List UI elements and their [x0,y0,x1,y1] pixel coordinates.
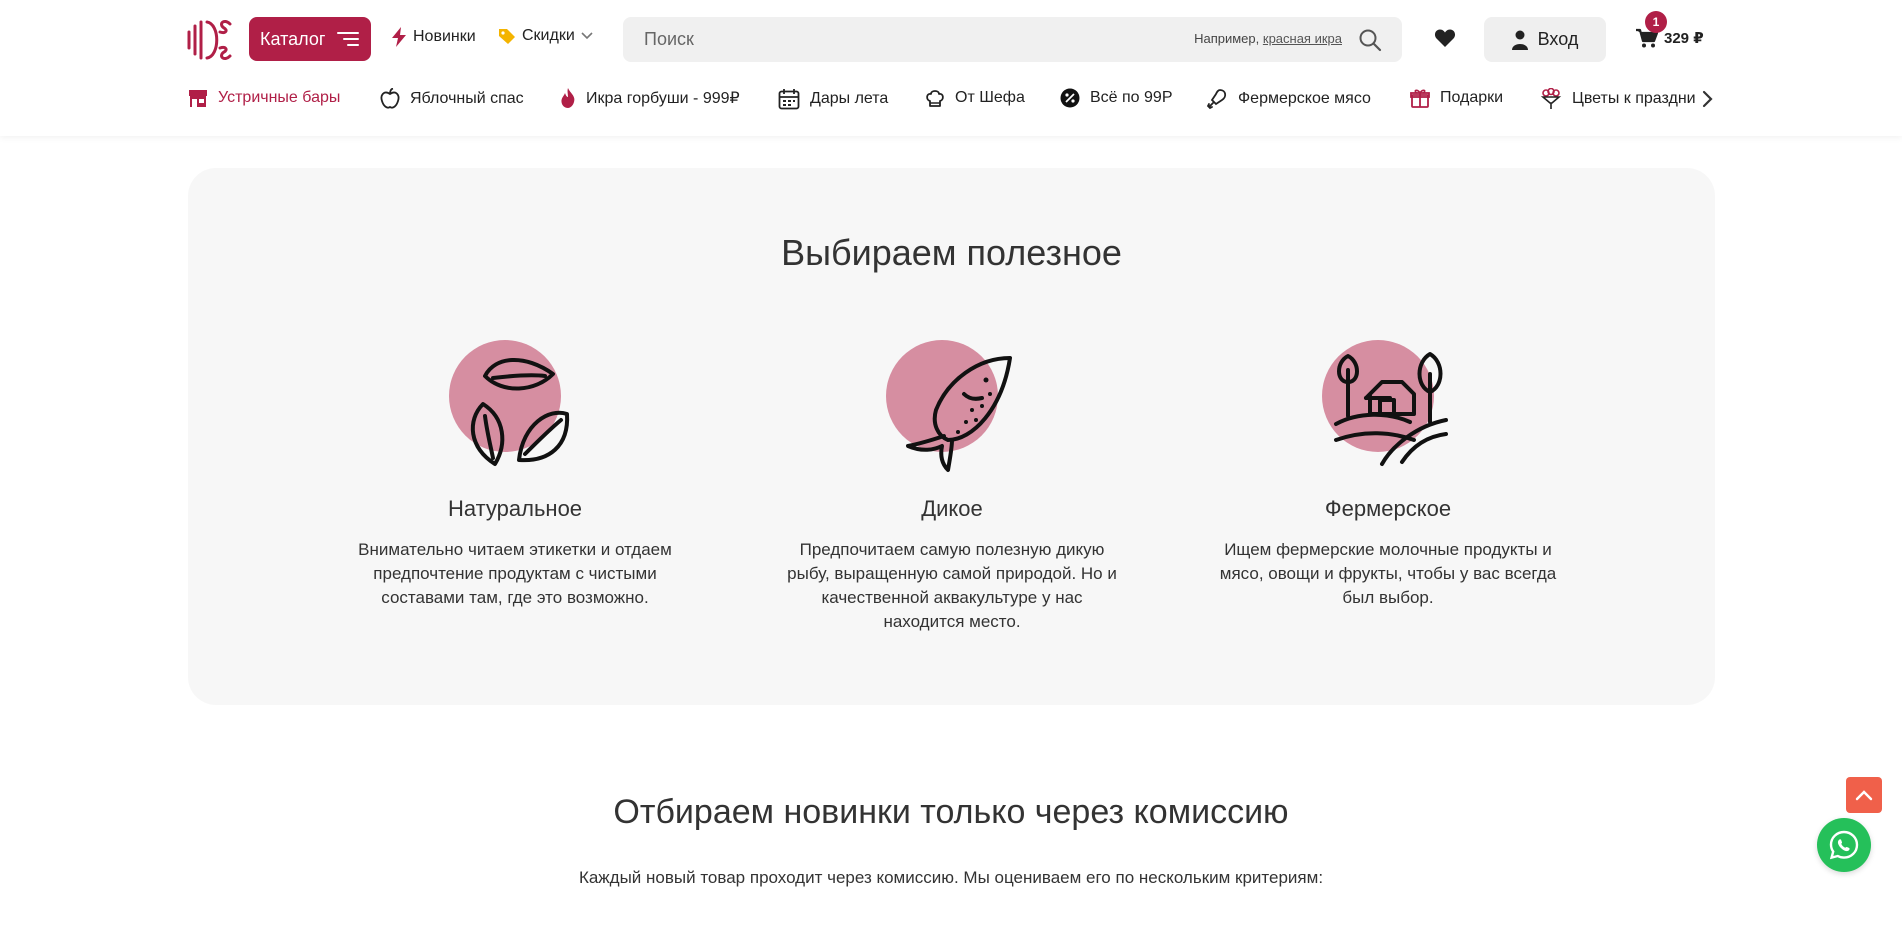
feature-farm: Фермерское Ищем фермерские молочные прод… [1208,336,1568,610]
search-hint: Например, красная икра [1194,31,1342,46]
chef-hat-icon [926,90,944,107]
category-item-apple-spas[interactable]: Яблочный спас [380,88,524,110]
cart-count-badge: 1 [1645,11,1667,33]
cart-button[interactable]: 329 ₽ [1636,28,1704,48]
benefits-title: Выбираем полезное [781,232,1122,273]
feature-natural-text: Внимательно читаем этикетки и отдаем пре… [358,540,672,607]
category-item-label: Цветы к праздни [1572,90,1696,107]
category-item-label: Подарки [1440,89,1504,106]
search-bar[interactable]: Например, красная икра [623,17,1402,62]
chevron-up-icon [1855,790,1873,801]
percent-badge-icon [1060,88,1080,108]
apple-icon [380,88,400,109]
benefits-card: Выбираем полезное Натуральное Внимательн… [188,168,1715,705]
category-item-label: Дары лета [810,90,889,107]
scroll-to-top-button[interactable] [1846,777,1882,813]
search-hint-prefix: Например, [1194,31,1260,46]
category-item-farm-meat[interactable]: Фермерское мясо [1206,88,1371,110]
feature-farm-text: Ищем фермерские молочные продукты и мясо… [1219,540,1557,607]
category-item-caviar[interactable]: Икра горбуши - 999₽ [560,88,740,108]
login-button[interactable]: Вход [1484,17,1606,62]
commission-title: Отбираем новинки только через комиссию [613,793,1289,831]
category-item-label: Всё по 99Р [1090,89,1173,106]
feature-natural-title: Натуральное [447,496,583,521]
leaves-icon [445,336,585,476]
fish-icon [882,336,1022,476]
site-header: Каталог Новинки Скидки Например, красная… [0,0,1902,136]
menu-burger-icon [337,32,359,46]
gift-icon [1410,89,1430,108]
feature-natural: Натуральное Внимательно читаем этикетки … [335,336,695,610]
lightning-icon [392,27,406,47]
category-item-label: Икра горбуши - 999₽ [586,90,740,107]
feature-farm-title: Фермерское [1324,496,1452,521]
category-item-all-99[interactable]: Всё по 99Р [1060,88,1173,108]
search-hint-example[interactable]: красная икра [1263,31,1342,46]
feature-wild: Дикое Предпочитаем самую полезную дикую … [772,336,1132,634]
bouquet-icon [1540,88,1562,109]
nav-link-discounts-label: Скидки [522,27,575,44]
category-item-chef[interactable]: От Шефа [925,88,1025,108]
cart-total: 329 ₽ [1664,30,1704,47]
chevron-down-icon [581,32,593,40]
calendar-icon [778,89,800,110]
whatsapp-button[interactable] [1817,818,1871,872]
nav-link-new-label: Новинки [413,28,476,45]
category-menu: Устричные бары Яблочный спас Икра горбуш… [188,84,1700,114]
category-item-label: Устричные бары [218,89,341,106]
commission-text: Каждый новый товар проходит через комисс… [578,868,1324,887]
meat-leg-icon [1206,89,1227,110]
price-tag-icon [499,29,515,44]
catalog-button-label: Каталог [260,28,326,49]
user-icon [1511,30,1528,50]
category-item-oyster-bars[interactable]: Устричные бары [188,88,340,108]
whatsapp-icon [1829,830,1859,860]
category-item-gifts[interactable]: Подарки [1410,88,1503,108]
category-item-label: Яблочный спас [410,90,524,107]
category-item-label: Фермерское мясо [1238,90,1371,107]
category-item-flowers[interactable]: Цветы к праздни [1540,88,1696,110]
category-item-label: От Шефа [955,89,1025,106]
storefront-icon [189,90,207,107]
search-icon[interactable] [1358,28,1382,52]
heart-icon[interactable] [1434,28,1456,48]
catalog-button[interactable]: Каталог [249,17,371,61]
feature-wild-text: Предпочитаем самую полезную дикую рыбу, … [787,540,1117,631]
nav-link-new[interactable]: Новинки [391,27,476,47]
farm-icon [1318,336,1458,476]
chevron-right-icon[interactable] [1702,90,1714,108]
category-item-summer[interactable]: Дары лета [778,88,888,110]
nav-link-discounts[interactable]: Скидки [498,27,593,45]
brand-logo-icon[interactable] [186,16,234,64]
flame-icon [561,88,575,108]
login-button-label: Вход [1537,29,1579,49]
feature-wild-title: Дикое [921,496,983,521]
search-input[interactable] [644,29,1144,50]
